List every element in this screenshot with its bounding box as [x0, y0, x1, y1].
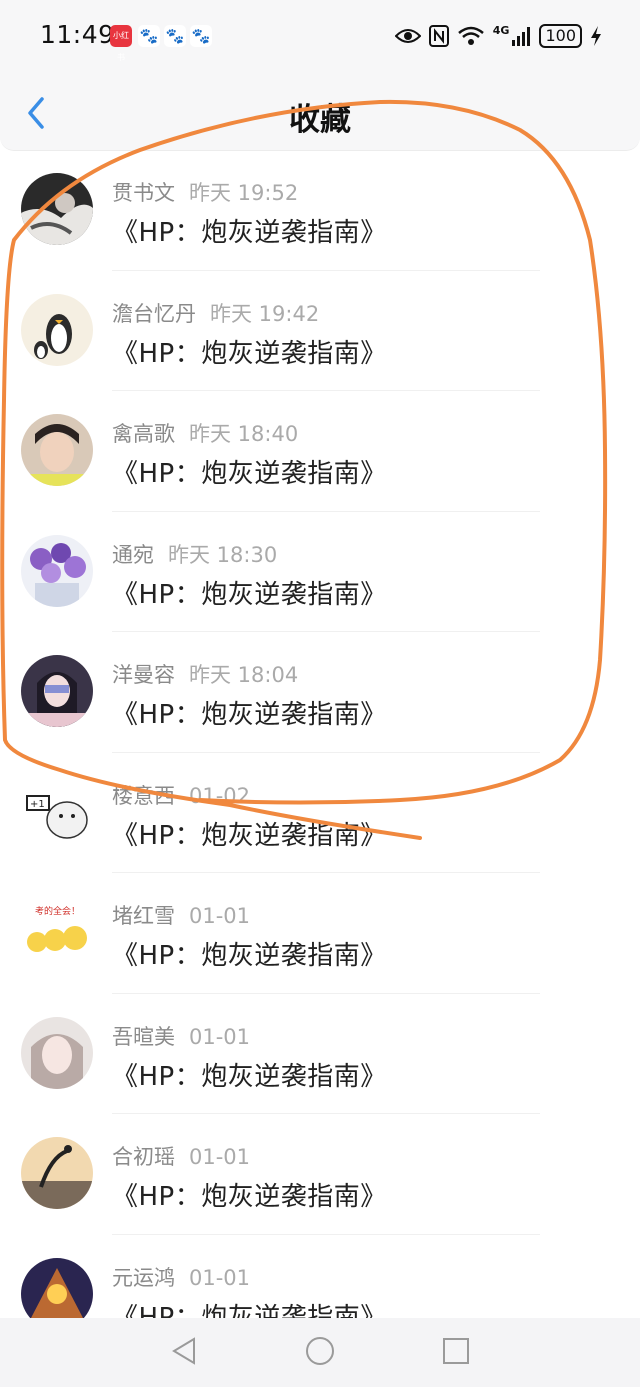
sender-line: 洋曼容 昨天 18:04 — [112, 659, 298, 689]
avatar — [21, 1016, 93, 1089]
system-navigation-bar — [0, 1318, 640, 1387]
sender-name: 吾暄美 — [112, 1024, 175, 1049]
favorite-time: 01-01 — [189, 904, 251, 928]
avatar — [21, 414, 93, 486]
favorites-list: 贯书文 昨天 19:52 《HP：炮灰逆袭指南》 澹台忆丹 昨天 19:42 《HP… — [0, 150, 640, 1355]
eye-icon — [394, 29, 421, 43]
avatar — [21, 1137, 93, 1209]
sender-name: 洋曼容 — [112, 663, 175, 687]
sender-line: 澹台忆丹 昨天 19:42 — [112, 298, 319, 328]
signal-icon — [512, 27, 531, 46]
sender-name: 禽高歌 — [112, 422, 175, 446]
favorite-time: 昨天 18:04 — [189, 663, 299, 687]
favorite-time: 01-01 — [189, 1024, 251, 1049]
favorite-time: 昨天 19:52 — [189, 181, 299, 205]
sender-line: 通宛 昨天 18:30 — [112, 539, 277, 569]
wifi-icon — [457, 26, 484, 45]
nfc-icon — [428, 25, 449, 47]
avatar: +1 — [21, 775, 93, 848]
square-recent-icon[interactable] — [442, 1336, 470, 1366]
sticker-text: 考的全会！ — [35, 905, 80, 917]
sender-name: 通宛 — [112, 542, 154, 567]
favorite-time: 01-02 — [189, 783, 251, 808]
favorite-time: 昨天 18:40 — [189, 422, 299, 446]
book-title: 《HP：炮灰逆袭指南》 — [112, 820, 387, 851]
network-type-label: 4G — [492, 23, 510, 37]
book-title: 《HP：炮灰逆袭指南》 — [112, 338, 387, 369]
sender-name: 合初瑶 — [112, 1145, 175, 1169]
list-item[interactable]: 贯书文 昨天 19:52 《HP：炮灰逆袭指南》 — [0, 150, 640, 271]
list-item[interactable]: 考的全会！ 堵红雪 01-01 《HP：炮灰逆袭指南》 — [0, 873, 640, 994]
sender-line: 楼意西 01-02 — [112, 780, 250, 810]
triangle-back-icon[interactable] — [170, 1336, 198, 1366]
book-title: 《HP：炮灰逆袭指南》 — [112, 1182, 387, 1212]
page-title: 收藏 — [289, 102, 351, 138]
sender-line: 禽高歌 昨天 18:40 — [112, 418, 298, 448]
favorite-time: 01-01 — [189, 1265, 251, 1290]
sender-name: 堵红雪 — [112, 904, 175, 928]
book-title: 《HP：炮灰逆袭指南》 — [112, 1061, 387, 1092]
sender-line: 贯书文 昨天 19:52 — [112, 177, 298, 207]
sender-line: 堵红雪 01-01 — [112, 900, 250, 930]
book-title: 《HP：炮灰逆袭指南》 — [112, 700, 387, 730]
book-title: 《HP：炮灰逆袭指南》 — [112, 579, 387, 610]
status-time: 11:49 — [40, 20, 115, 49]
sender-name: 贯书文 — [112, 181, 175, 205]
avatar — [21, 293, 93, 366]
avatar — [21, 173, 93, 245]
list-item[interactable]: 通宛 昨天 18:30 《HP：炮灰逆袭指南》 — [0, 512, 640, 632]
battery-indicator: 100 — [539, 24, 582, 48]
sender-name: 澹台忆丹 — [112, 301, 196, 326]
sender-name: 楼意西 — [112, 783, 175, 808]
book-title: 《HP：炮灰逆袭指南》 — [112, 459, 387, 489]
charging-bolt-icon — [591, 26, 601, 46]
favorite-time: 昨天 19:42 — [210, 301, 320, 326]
list-item[interactable]: 合初瑶 01-01 《HP：炮灰逆袭指南》 — [0, 1114, 640, 1235]
baidu-paw-icon: 🐾 — [138, 25, 160, 47]
baidu-paw-icon: 🐾 — [190, 25, 212, 47]
list-item[interactable]: 吾暄美 01-01 《HP：炮灰逆袭指南》 — [0, 994, 640, 1114]
xiaohongshu-app-icon: 小红书 — [110, 25, 132, 62]
avatar — [21, 534, 93, 607]
circle-home-icon[interactable] — [305, 1336, 335, 1366]
sender-name: 元运鸿 — [112, 1265, 175, 1290]
favorite-time: 昨天 18:30 — [168, 542, 278, 567]
status-indicators: 4G 100 — [394, 22, 602, 50]
sender-line: 合初瑶 01-01 — [112, 1141, 250, 1171]
list-item[interactable]: +1 楼意西 01-02 《HP：炮灰逆袭指南》 — [0, 753, 640, 873]
book-title: 《HP：炮灰逆袭指南》 — [112, 218, 387, 248]
avatar — [21, 655, 93, 727]
status-bar: 11:49 小红书 🐾 🐾 🐾 4G 100 — [0, 0, 640, 72]
avatar: 考的全会！ — [21, 896, 93, 968]
sender-line: 吾暄美 01-01 — [112, 1021, 250, 1051]
baidu-paw-icon: 🐾 — [164, 25, 186, 47]
list-item[interactable]: 澹台忆丹 昨天 19:42 《HP：炮灰逆袭指南》 — [0, 271, 640, 391]
list-item[interactable]: 禽高歌 昨天 18:40 《HP：炮灰逆袭指南》 — [0, 391, 640, 512]
favorite-time: 01-01 — [189, 1145, 251, 1169]
book-title: 《HP：炮灰逆袭指南》 — [112, 941, 387, 971]
sticker-text: +1 — [30, 799, 45, 810]
list-item[interactable]: 洋曼容 昨天 18:04 《HP：炮灰逆袭指南》 — [0, 632, 640, 753]
sender-line: 元运鸿 01-01 — [112, 1262, 250, 1292]
page-header: 收藏 — [0, 72, 640, 151]
